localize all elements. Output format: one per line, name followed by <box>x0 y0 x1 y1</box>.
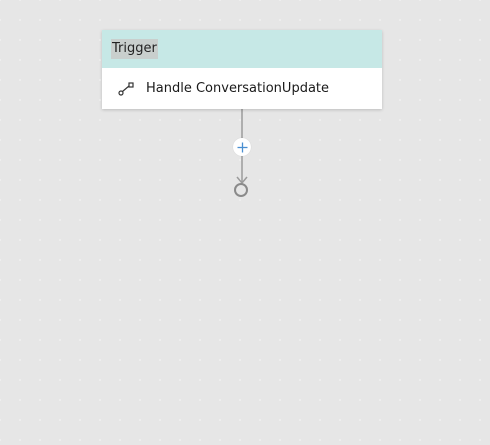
end-circle-icon <box>234 183 248 197</box>
trigger-event-row[interactable]: Handle ConversationUpdate <box>102 68 382 109</box>
trigger-card[interactable]: Trigger Handle ConversationUpdate <box>102 30 382 109</box>
add-action-button[interactable] <box>233 138 251 156</box>
flow-branch-icon <box>118 81 134 96</box>
authoring-canvas[interactable]: Trigger Handle ConversationUpdate <box>0 0 490 445</box>
trigger-header: Trigger <box>102 30 382 68</box>
trigger-event-label: Handle ConversationUpdate <box>146 81 330 96</box>
trigger-title: Trigger <box>111 39 158 59</box>
plus-icon <box>237 142 247 152</box>
